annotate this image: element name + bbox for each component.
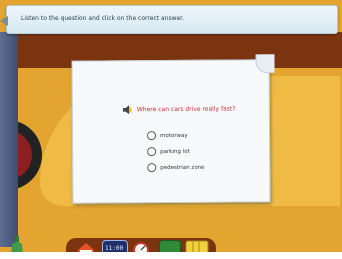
- answer-option-label: parking lot: [160, 148, 190, 155]
- radio-button[interactable]: [147, 163, 157, 173]
- question-text: Where can cars drive really fast?: [136, 105, 236, 114]
- speaker-icon[interactable]: [122, 105, 132, 115]
- question-row: Where can cars drive really fast?: [122, 105, 236, 115]
- back-arrow-icon[interactable]: [0, 16, 8, 26]
- answer-option-motorway[interactable]: motorway: [146, 131, 188, 141]
- answer-option-label: pedestrian zone: [160, 164, 205, 171]
- answer-option-label: motorway: [160, 132, 188, 139]
- left-pillar-decoration: [0, 32, 18, 247]
- page-bottom-margin: [0, 252, 342, 259]
- clock-text: 11:00: [105, 245, 124, 252]
- answer-option-parking-lot[interactable]: parking lot: [147, 147, 190, 157]
- answer-option-pedestrian-zone[interactable]: pedestrian zone: [147, 163, 205, 173]
- radio-button[interactable]: [147, 147, 157, 157]
- radio-button[interactable]: [146, 131, 157, 141]
- question-card: Where can cars drive really fast? motorw…: [71, 54, 275, 204]
- instruction-bar: Listen to the question and click on the …: [6, 5, 338, 34]
- instruction-text: Listen to the question and click on the …: [21, 15, 184, 22]
- card-curl-decoration: [255, 54, 275, 74]
- activity-stage: Listen to the question and click on the …: [0, 0, 342, 259]
